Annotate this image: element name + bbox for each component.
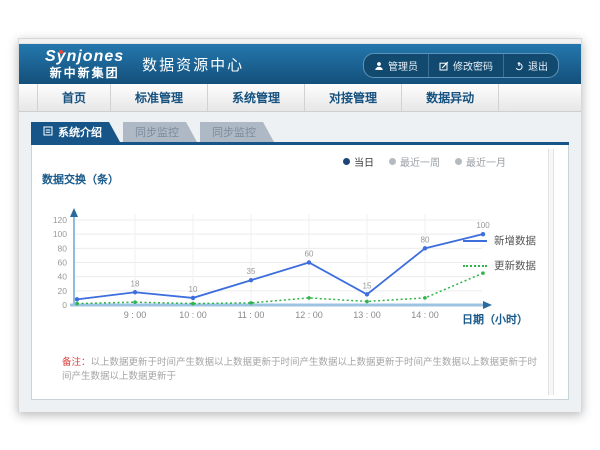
svg-text:80: 80 [421,235,430,244]
document-icon [43,126,53,139]
radio-dot [343,158,350,165]
filter-label: 最近一周 [400,154,440,169]
svg-text:10 : 00: 10 : 00 [179,310,207,320]
admin-user-button[interactable]: 管理员 [364,54,428,77]
tab-label: 同步监控 [135,124,179,140]
svg-text:100: 100 [53,229,67,239]
power-icon [514,61,524,71]
svg-text:60: 60 [58,258,68,268]
svg-text:120: 120 [53,215,67,225]
logout-label: 退出 [528,58,548,73]
header-actions: 管理员 修改密码 退出 [363,53,559,78]
chart-panel: 当日 最近一周 最近一月 数据交换（条） 0 20 40 60 80 100 120 9 : … [31,145,569,400]
app-title: 数据资源中心 [142,54,244,75]
svg-text:18: 18 [131,279,140,288]
svg-text:9 : 00: 9 : 00 [124,310,147,320]
svg-text:15: 15 [363,281,372,290]
svg-text:40: 40 [58,272,68,282]
svg-text:14 : 00: 14 : 00 [411,310,439,320]
legend-new-data[interactable]: 新增数据 [463,233,536,248]
header: Synjones 新中新集团 数据资源中心 管理员 修改密码 退出 [19,44,581,84]
filter-last-month[interactable]: 最近一月 [455,154,506,169]
tab-sync-monitor-1[interactable]: 同步监控 [123,122,197,142]
svg-text:11 : 00: 11 : 00 [238,310,265,320]
chart-area: 0 20 40 60 80 100 120 9 : 00 10 : 00 11 : 00 12 : … [34,187,514,337]
tab-label: 系统介绍 [58,124,102,140]
filter-last-week[interactable]: 最近一周 [389,154,440,169]
svg-text:80: 80 [58,243,68,253]
svg-text:35: 35 [247,267,256,276]
edit-icon [439,61,449,71]
change-password-label: 修改密码 [453,58,493,73]
logo-red-dot [59,50,63,54]
nav-item-system-mgmt[interactable]: 系统管理 [208,84,305,111]
legend-label: 更新数据 [494,258,536,273]
admin-user-label: 管理员 [388,58,418,73]
svg-text:10: 10 [189,285,198,294]
green-line-sample [463,265,487,267]
filter-label: 当日 [354,154,374,169]
blue-line-sample [463,240,487,242]
svg-text:0: 0 [62,300,67,310]
tabs-row: 系统介绍 同步监控 同步监控 [31,122,569,142]
y-axis-title: 数据交换（条） [42,171,119,187]
nav-item-interface-mgmt[interactable]: 对接管理 [305,84,402,111]
tab-system-intro[interactable]: 系统介绍 [31,122,120,142]
legend-updated-data[interactable]: 更新数据 [463,258,536,273]
panel-scrollbar[interactable] [548,149,554,395]
page-background: { "window": { "logo_en": "Synjones", "lo… [0,0,600,450]
svg-text:60: 60 [305,250,314,259]
logo-text-en: Synjones [45,49,124,65]
footnote: 备注：以上数据更新于时间产生数据以上数据更新于时间产生数据以上数据更新于时间产生… [62,354,544,382]
nav-item-data-change[interactable]: 数据异动 [402,84,499,111]
series-legend: 新增数据 更新数据 [463,233,536,283]
legend-label: 新增数据 [494,233,536,248]
time-range-filters: 当日 最近一周 最近一月 [343,154,506,169]
main-nav: 首页 标准管理 系统管理 对接管理 数据异动 [19,84,581,112]
nav-item-standard-mgmt[interactable]: 标准管理 [111,84,208,111]
tab-sync-monitor-2[interactable]: 同步监控 [200,122,274,142]
footnote-text: 以上数据更新于时间产生数据以上数据更新于时间产生数据以上数据更新于时间产生数据以… [62,357,537,382]
line-chart: 0 20 40 60 80 100 120 9 : 00 10 : 00 11 : 00 12 : … [34,187,514,337]
change-password-button[interactable]: 修改密码 [428,54,503,77]
radio-dot [389,158,396,165]
svg-text:20: 20 [58,286,68,296]
content-area: 系统介绍 同步监控 同步监控 当日 最近一周 [19,112,581,412]
footnote-prefix: 备注： [62,357,91,368]
logout-button[interactable]: 退出 [503,54,558,77]
user-icon [374,61,384,71]
logo: Synjones 新中新集团 [45,49,124,79]
logo-text-cn: 新中新集团 [45,67,124,79]
tab-label: 同步监控 [212,124,256,140]
app-window: Synjones 新中新集团 数据资源中心 管理员 修改密码 退出 首页 标准管… [18,38,582,412]
filter-today[interactable]: 当日 [343,154,374,169]
filter-label: 最近一月 [466,154,506,169]
nav-item-home[interactable]: 首页 [37,84,111,111]
x-axis-title: 日期（小时） [462,311,528,327]
svg-text:12 : 00: 12 : 00 [295,310,323,320]
radio-dot [455,158,462,165]
svg-text:13 : 00: 13 : 00 [353,310,381,320]
svg-text:100: 100 [476,221,490,230]
